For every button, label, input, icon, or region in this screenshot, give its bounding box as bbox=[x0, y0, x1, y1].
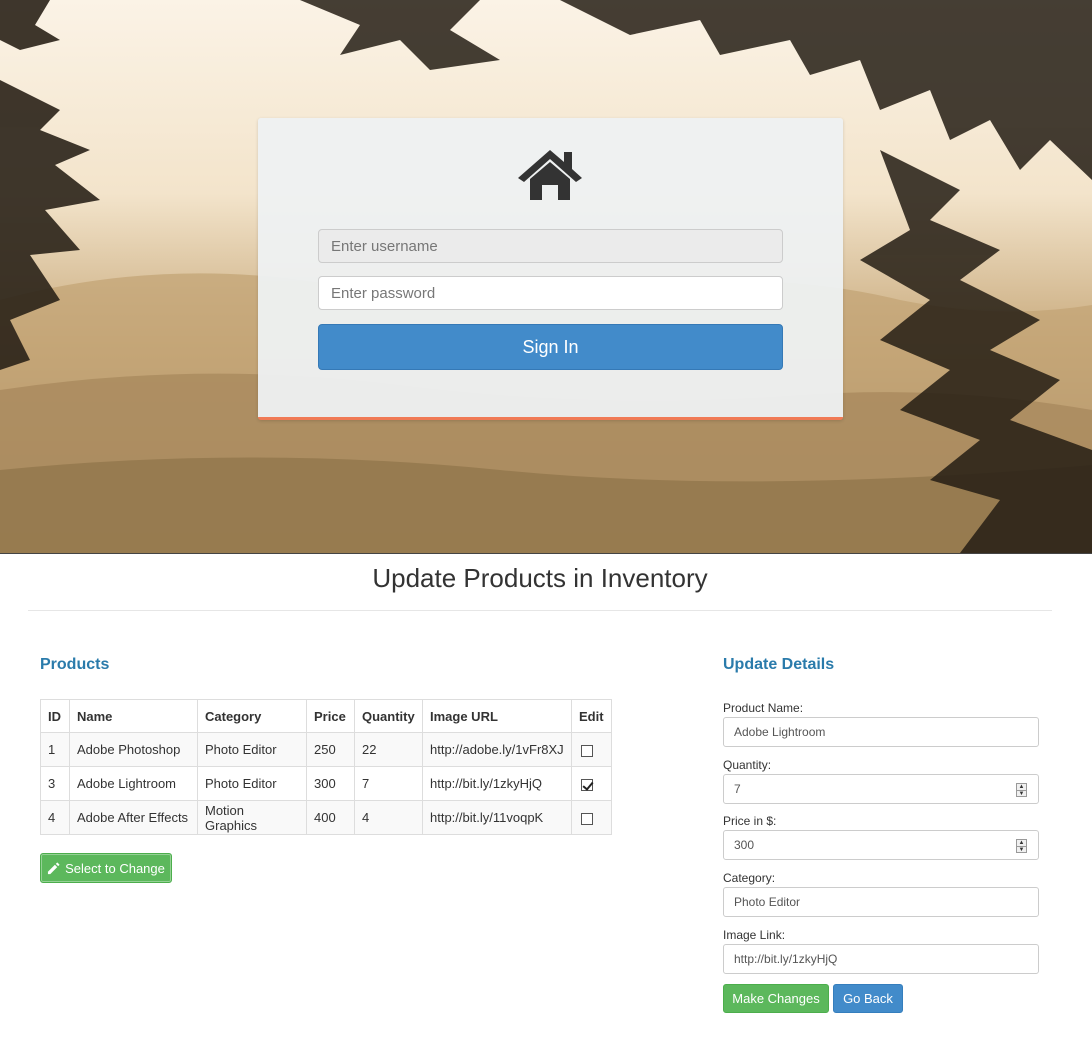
products-heading: Products bbox=[40, 656, 110, 673]
cell-name: Adobe After Effects bbox=[69, 800, 198, 835]
cell-image-url: http://adobe.ly/1vFr8XJ bbox=[422, 732, 572, 767]
pencil-icon bbox=[48, 862, 60, 874]
category-input[interactable]: Photo Editor bbox=[723, 887, 1039, 917]
cell-price: 250 bbox=[306, 732, 355, 767]
cell-id: 1 bbox=[40, 732, 70, 767]
cell-image-url: http://bit.ly/11voqpK bbox=[422, 800, 572, 835]
cell-quantity: 4 bbox=[354, 800, 423, 835]
column-header-name: Name bbox=[69, 699, 198, 733]
table-header-row: ID Name Category Price Quantity Image UR… bbox=[40, 699, 612, 733]
column-header-quantity: Quantity bbox=[354, 699, 423, 733]
username-input[interactable] bbox=[318, 229, 783, 263]
cell-id: 4 bbox=[40, 800, 70, 835]
page-title: Update Products in Inventory bbox=[372, 563, 708, 593]
table-row: 4 Adobe After Effects Motion Graphics 40… bbox=[40, 800, 612, 835]
quantity-value: 7 bbox=[734, 782, 741, 796]
image-link-input[interactable]: http://bit.ly/1zkyHjQ bbox=[723, 944, 1039, 974]
product-name-input[interactable]: Adobe Lightroom bbox=[723, 717, 1039, 747]
cell-image-url: http://bit.ly/1zkyHjQ bbox=[422, 766, 572, 801]
cell-category: Motion Graphics bbox=[197, 800, 307, 835]
section-divider bbox=[0, 553, 1092, 554]
column-header-edit: Edit bbox=[571, 699, 612, 733]
cell-quantity: 7 bbox=[354, 766, 423, 801]
category-label: Category: bbox=[723, 871, 776, 885]
select-to-change-label: Select to Change bbox=[65, 860, 165, 876]
cell-edit bbox=[571, 766, 612, 801]
make-changes-button[interactable]: Make Changes bbox=[723, 984, 829, 1013]
cell-edit bbox=[571, 732, 612, 767]
quantity-label: Quantity: bbox=[723, 758, 772, 772]
spinner-down-icon[interactable]: ▼ bbox=[1017, 846, 1026, 853]
cell-edit bbox=[571, 800, 612, 835]
quantity-input[interactable]: 7 ▲ ▼ bbox=[723, 774, 1039, 804]
price-input[interactable]: 300 ▲ ▼ bbox=[723, 830, 1039, 860]
edit-checkbox[interactable] bbox=[581, 744, 593, 757]
login-hero: Sign In bbox=[0, 0, 1092, 553]
quantity-spinner[interactable]: ▲ ▼ bbox=[1016, 783, 1027, 797]
cell-name: Adobe Lightroom bbox=[69, 766, 198, 801]
column-header-id: ID bbox=[40, 699, 70, 733]
select-to-change-button[interactable]: Select to Change bbox=[40, 853, 172, 883]
product-name-label: Product Name: bbox=[723, 701, 804, 715]
category-value: Photo Editor bbox=[734, 895, 801, 909]
title-rule bbox=[28, 610, 1052, 611]
login-card: Sign In bbox=[258, 118, 843, 420]
edit-checkbox[interactable] bbox=[581, 778, 593, 791]
cell-price: 400 bbox=[306, 800, 355, 835]
table-row: 1 Adobe Photoshop Photo Editor 250 22 ht… bbox=[40, 732, 612, 767]
update-details-heading: Update Details bbox=[723, 656, 835, 673]
spinner-down-icon[interactable]: ▼ bbox=[1017, 790, 1026, 797]
image-link-value: http://bit.ly/1zkyHjQ bbox=[734, 952, 838, 966]
sign-in-button[interactable]: Sign In bbox=[318, 324, 783, 370]
cell-name: Adobe Photoshop bbox=[69, 732, 198, 767]
cell-id: 3 bbox=[40, 766, 70, 801]
column-header-image-url: Image URL bbox=[422, 699, 572, 733]
go-back-button[interactable]: Go Back bbox=[833, 984, 903, 1013]
edit-checkbox[interactable] bbox=[581, 812, 593, 825]
cell-quantity: 22 bbox=[354, 732, 423, 767]
price-value: 300 bbox=[734, 838, 755, 852]
price-label: Price in $: bbox=[723, 814, 777, 828]
cell-category: Photo Editor bbox=[197, 766, 307, 801]
column-header-category: Category bbox=[197, 699, 307, 733]
cell-price: 300 bbox=[306, 766, 355, 801]
table-row: 3 Adobe Lightroom Photo Editor 300 7 htt… bbox=[40, 766, 612, 801]
password-input[interactable] bbox=[318, 276, 783, 310]
price-spinner[interactable]: ▲ ▼ bbox=[1016, 839, 1027, 853]
home-icon bbox=[518, 150, 582, 200]
image-link-label: Image Link: bbox=[723, 928, 786, 942]
cell-category: Photo Editor bbox=[197, 732, 307, 767]
product-name-value: Adobe Lightroom bbox=[734, 725, 826, 739]
column-header-price: Price bbox=[306, 699, 355, 733]
products-table: ID Name Category Price Quantity Image UR… bbox=[40, 699, 612, 835]
